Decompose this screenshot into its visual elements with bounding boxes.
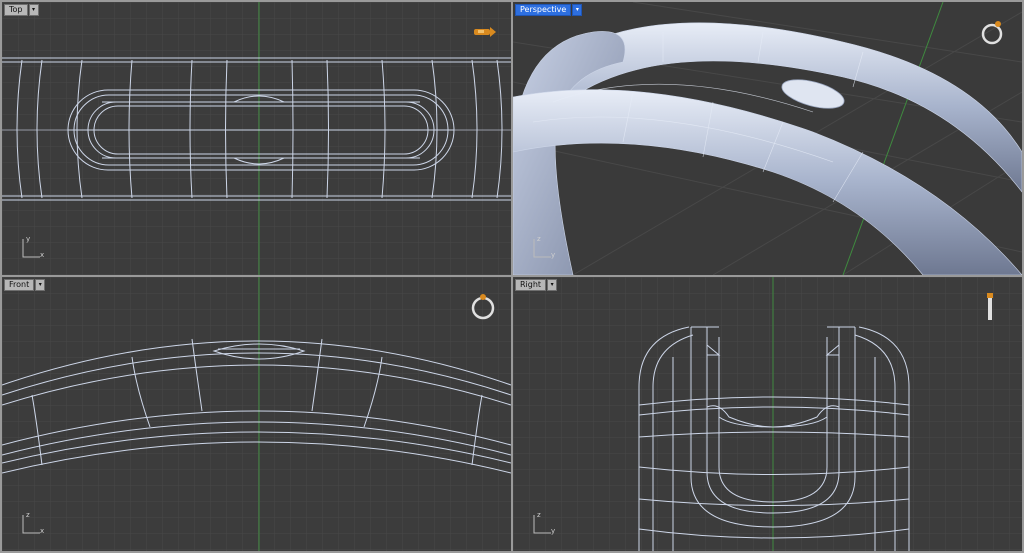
axis-label-y: y [551, 251, 556, 259]
viewport-menu-arrow[interactable]: ▾ [572, 4, 583, 16]
viewport-right[interactable]: Right ▾ z y [513, 277, 1022, 551]
viewport-front[interactable]: Front ▾ z x [2, 277, 511, 551]
right-view-tab[interactable]: Right ▾ [515, 279, 558, 291]
perspective-view-scene [513, 2, 1022, 275]
axis-label-x: x [40, 527, 45, 535]
viewport-perspective[interactable]: Perspective ▾ z y [513, 2, 1022, 275]
axis-indicator: z x [20, 511, 45, 537]
axis-label-z: z [537, 235, 541, 243]
viewport-label-front[interactable]: Front [4, 279, 35, 291]
axis-label-z: z [537, 511, 541, 519]
ring-side-orange-icon[interactable] [472, 24, 498, 44]
viewport-label-top[interactable]: Top [4, 4, 28, 16]
viewport-label-right[interactable]: Right [515, 279, 547, 291]
axis-indicator: z y [531, 235, 556, 261]
viewport-menu-arrow[interactable]: ▾ [28, 4, 39, 16]
axis-label-y: y [551, 527, 556, 535]
ring-icon[interactable] [979, 18, 1007, 50]
ring-icon[interactable] [468, 291, 498, 325]
perspective-view-tab[interactable]: Perspective ▾ [515, 4, 583, 16]
axis-label-x: x [40, 251, 45, 259]
axis-indicator: y x [20, 235, 45, 261]
top-view-scene [2, 2, 511, 275]
right-view-scene [513, 277, 1022, 551]
ring-upright-icon[interactable] [983, 291, 997, 327]
front-view-tab[interactable]: Front ▾ [4, 279, 46, 291]
axis-indicator: z y [531, 511, 556, 537]
viewport-top[interactable]: Top ▾ y x [2, 2, 511, 275]
viewport-label-perspective[interactable]: Perspective [515, 4, 572, 16]
front-view-scene [2, 277, 511, 551]
axis-label-y: y [26, 235, 31, 243]
top-view-tab[interactable]: Top ▾ [4, 4, 39, 16]
viewport-menu-arrow[interactable]: ▾ [35, 279, 46, 291]
viewport-menu-arrow[interactable]: ▾ [547, 279, 558, 291]
axis-label-z: z [26, 511, 30, 519]
